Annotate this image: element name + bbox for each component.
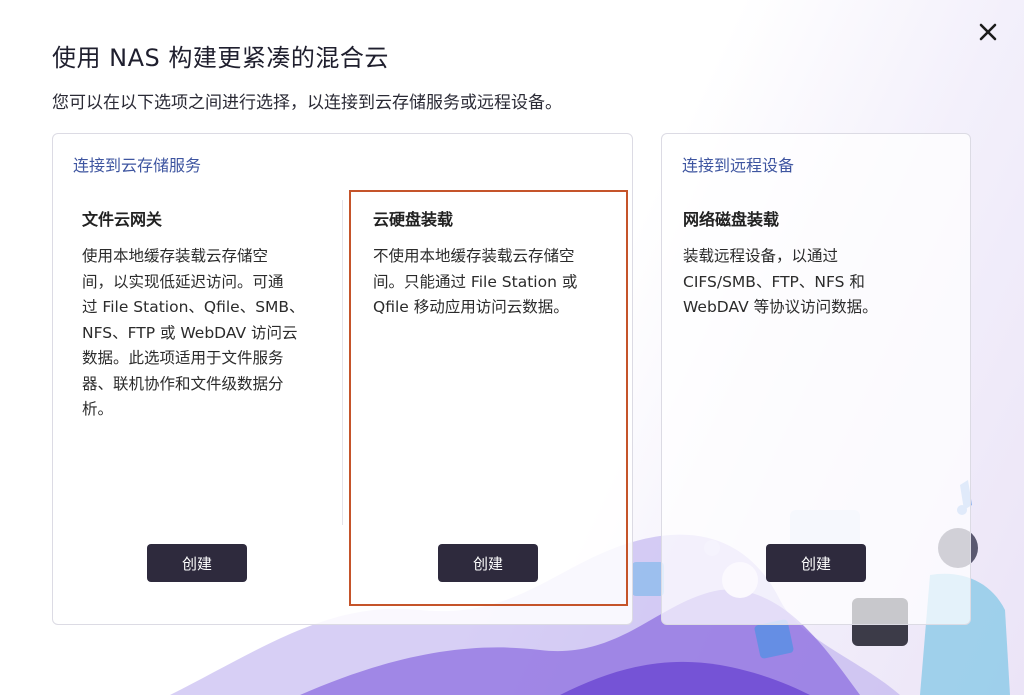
file-cloud-gateway-description: 使用本地缓存装载云存储空 间，以实现低延迟访问。可通 过 File Statio… xyxy=(82,244,305,423)
dialog-title: 使用 NAS 构建更紧凑的混合云 xyxy=(52,44,389,72)
selection-highlight xyxy=(349,190,628,606)
description-line: 析。 xyxy=(82,400,114,418)
create-file-cloud-gateway-button[interactable]: 创建 xyxy=(147,544,247,582)
cloud-storage-heading: 连接到云存储服务 xyxy=(73,156,202,175)
network-disk-mount-description: 装载远程设备，以通过 CIFS/SMB、FTP、NFS 和 WebDAV 等协议… xyxy=(683,244,878,321)
file-cloud-gateway-title: 文件云网关 xyxy=(82,210,163,229)
description-line: 装载远程设备，以通过 xyxy=(683,247,839,265)
remote-device-heading: 连接到远程设备 xyxy=(682,156,795,175)
description-line: 数据。此选项适用于文件服务 xyxy=(82,349,284,367)
hybrid-cloud-dialog: 使用 NAS 构建更紧凑的混合云 您可以在以下选项之间进行选择，以连接到云存储服… xyxy=(0,0,1024,695)
description-line: 过 File Station、Qfile、SMB、 xyxy=(82,298,305,316)
dialog-subtitle: 您可以在以下选项之间进行选择，以连接到云存储服务或远程设备。 xyxy=(52,93,562,113)
file-cloud-gateway-card: 文件云网关 使用本地缓存装载云存储空 间，以实现低延迟访问。可通 过 File … xyxy=(82,206,332,586)
description-line: 使用本地缓存装载云存储空 xyxy=(82,247,269,265)
close-icon[interactable] xyxy=(974,18,1002,46)
network-disk-mount-card: 网络磁盘装载 装载远程设备，以通过 CIFS/SMB、FTP、NFS 和 Web… xyxy=(683,206,953,586)
card-divider xyxy=(342,200,343,525)
create-network-disk-mount-button[interactable]: 创建 xyxy=(766,544,866,582)
description-line: 器、联机协作和文件级数据分 xyxy=(82,374,284,393)
description-line: NFS、FTP 或 WebDAV 访问云 xyxy=(82,323,298,342)
description-line: CIFS/SMB、FTP、NFS 和 xyxy=(683,272,865,291)
description-line: 间，以实现低延迟访问。可通 xyxy=(82,272,284,291)
description-line: WebDAV 等协议访问数据。 xyxy=(683,298,878,316)
network-disk-mount-title: 网络磁盘装载 xyxy=(683,210,780,229)
